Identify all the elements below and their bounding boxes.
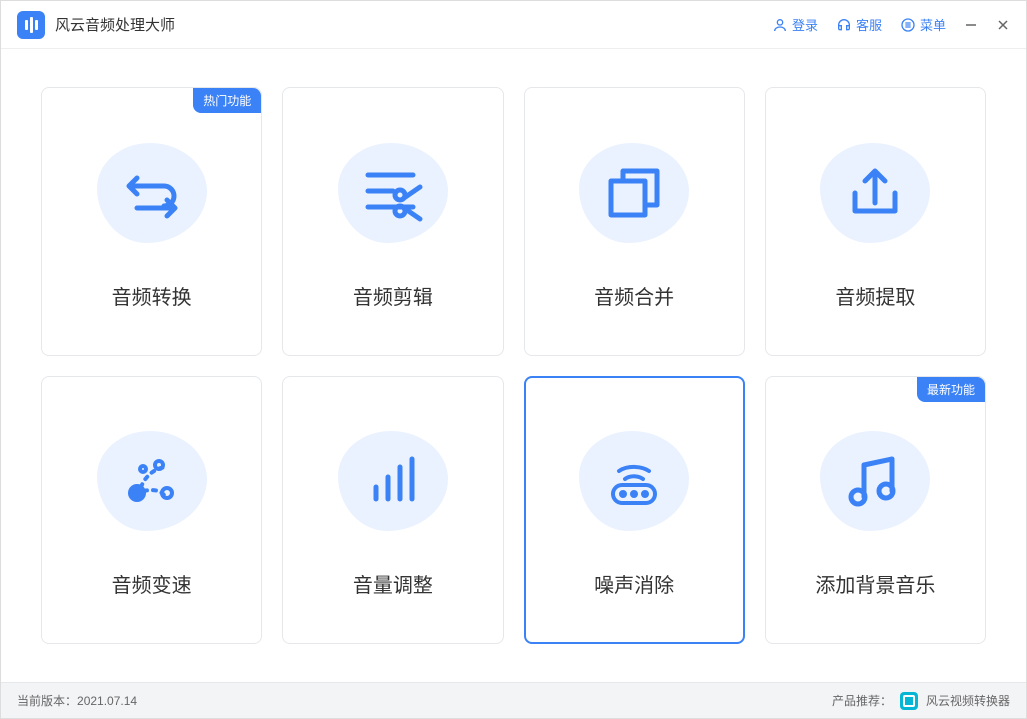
card-label: 噪声消除	[594, 569, 674, 598]
app-title: 风云音频处理大师	[55, 14, 175, 35]
card-audio-convert[interactable]: 热门功能 音频转换	[41, 87, 262, 356]
recommend-product-icon	[900, 692, 918, 710]
speed-icon	[92, 421, 212, 541]
card-label: 添加背景音乐	[815, 569, 935, 598]
music-icon	[815, 421, 935, 541]
card-audio-extract[interactable]: 音频提取	[765, 87, 986, 356]
app-logo-icon	[17, 11, 45, 39]
merge-icon	[574, 133, 694, 253]
noise-icon	[574, 421, 694, 541]
card-volume-adjust[interactable]: 音量调整	[282, 376, 503, 645]
card-label: 音频转换	[112, 281, 192, 310]
login-label: 登录	[792, 15, 818, 34]
card-label: 音频提取	[835, 281, 915, 310]
menu-icon	[900, 17, 916, 33]
recommend-product-link[interactable]: 风云视频转换器	[926, 692, 1010, 709]
menu-label: 菜单	[920, 15, 946, 34]
card-label: 音量调整	[353, 569, 433, 598]
card-noise-removal[interactable]: 噪声消除	[524, 376, 745, 645]
support-button[interactable]: 客服	[836, 15, 882, 34]
headset-icon	[836, 17, 852, 33]
login-button[interactable]: 登录	[772, 15, 818, 34]
user-icon	[772, 17, 788, 33]
support-label: 客服	[856, 15, 882, 34]
footer: 当前版本： 2021.07.14 产品推荐： 风云视频转换器	[1, 682, 1026, 718]
close-button[interactable]	[996, 18, 1010, 32]
main-grid: 热门功能 音频转换 音频剪辑 音频合并	[1, 49, 1026, 682]
hot-badge: 热门功能	[193, 88, 261, 113]
app-window: 风云音频处理大师 登录 客服 菜单	[0, 0, 1027, 719]
card-label: 音频剪辑	[353, 281, 433, 310]
recommend-label: 产品推荐：	[832, 692, 892, 709]
card-audio-speed[interactable]: 音频变速	[41, 376, 262, 645]
card-add-bgm[interactable]: 最新功能 添加背景音乐	[765, 376, 986, 645]
cut-icon	[333, 133, 453, 253]
menu-button[interactable]: 菜单	[900, 15, 946, 34]
convert-icon	[92, 133, 212, 253]
card-label: 音频合并	[594, 281, 674, 310]
titlebar: 风云音频处理大师 登录 客服 菜单	[1, 1, 1026, 49]
volume-icon	[333, 421, 453, 541]
minimize-button[interactable]	[964, 18, 978, 32]
card-audio-merge[interactable]: 音频合并	[524, 87, 745, 356]
extract-icon	[815, 133, 935, 253]
version-value: 2021.07.14	[77, 694, 137, 708]
card-audio-cut[interactable]: 音频剪辑	[282, 87, 503, 356]
version-label: 当前版本：	[17, 692, 77, 709]
new-badge: 最新功能	[917, 377, 985, 402]
card-label: 音频变速	[112, 569, 192, 598]
